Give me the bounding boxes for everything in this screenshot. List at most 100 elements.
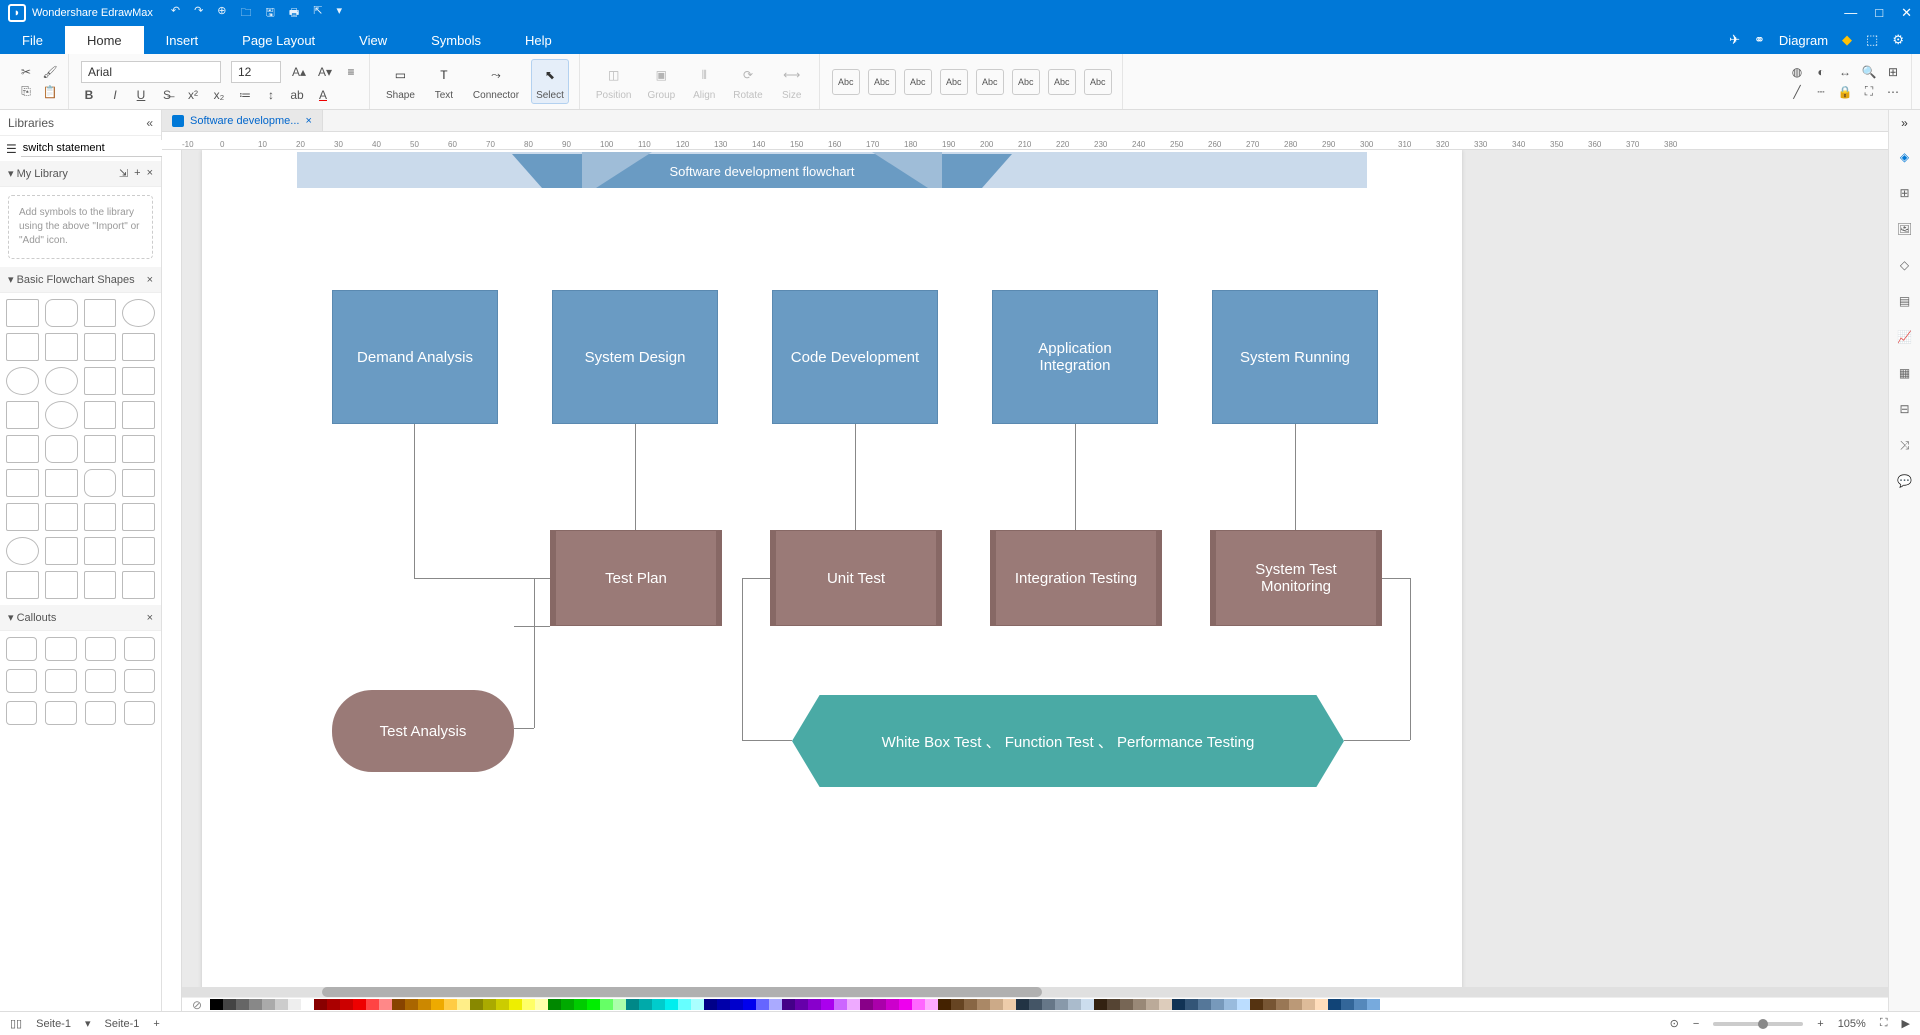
color-swatch[interactable] [990,999,1003,1010]
color-swatch[interactable] [379,999,392,1010]
color-swatch[interactable] [691,999,704,1010]
color-swatch[interactable] [1120,999,1133,1010]
filter-icon[interactable]: ☰ [6,142,17,156]
color-swatch[interactable] [1029,999,1042,1010]
fit-screen-icon[interactable]: ⛶ [1880,1017,1888,1030]
box-system-design[interactable]: System Design [552,290,718,424]
shape-item[interactable] [84,367,117,395]
align-tool[interactable]: ⫴Align [687,60,721,103]
color-swatch[interactable] [808,999,821,1010]
color-swatch[interactable] [1315,999,1328,1010]
page-props-icon[interactable]: ▤ [1896,292,1914,310]
color-swatch[interactable] [1289,999,1302,1010]
shape-tool[interactable]: ▭Shape [382,60,419,103]
select-tool[interactable]: ⬉Select [531,59,569,104]
close-basic-icon[interactable]: × [147,274,153,286]
color-swatch[interactable] [1263,999,1276,1010]
shape-item[interactable] [45,469,78,497]
fullscreen-icon[interactable]: ▶ [1902,1017,1910,1030]
color-swatch[interactable] [756,999,769,1010]
style-5[interactable]: Abc [976,69,1004,95]
color-swatch[interactable] [1003,999,1016,1010]
share-icon[interactable]: ⚭ [1754,32,1765,48]
color-swatch[interactable] [340,999,353,1010]
color-swatch[interactable] [678,999,691,1010]
subscript-icon[interactable]: x₂ [211,87,227,103]
open-icon[interactable]: 🗀 [241,4,252,23]
shape-item[interactable] [45,299,78,327]
shape-item[interactable] [122,333,155,361]
dash-icon[interactable]: ┄ [1813,84,1829,100]
color-swatch[interactable] [626,999,639,1010]
recenter-icon[interactable]: ⊙ [1670,1017,1679,1030]
size-tool[interactable]: ⟷Size [775,60,809,103]
style-7[interactable]: Abc [1048,69,1076,95]
tab-insert[interactable]: Insert [144,26,221,54]
color-swatch[interactable] [613,999,626,1010]
callout-item[interactable] [6,669,37,693]
shape-item[interactable] [84,469,117,497]
increase-font-icon[interactable]: A▴ [291,64,307,80]
decrease-font-icon[interactable]: A▾ [317,64,333,80]
color-swatch[interactable] [795,999,808,1010]
callout-item[interactable] [45,637,76,661]
copy-icon[interactable]: ⎘ [18,84,34,100]
color-swatch[interactable] [1211,999,1224,1010]
color-swatch[interactable] [1328,999,1341,1010]
lineheight-icon[interactable]: ↕ [263,87,279,103]
color-swatch[interactable] [548,999,561,1010]
no-fill-icon[interactable]: ⊘ [192,998,202,1012]
color-swatch[interactable] [327,999,340,1010]
color-swatch[interactable] [1055,999,1068,1010]
shape-item[interactable] [122,435,155,463]
line-icon[interactable]: ╱ [1789,84,1805,100]
color-swatch[interactable] [223,999,236,1010]
send-icon[interactable]: ✈ [1729,32,1740,48]
box-unit-test[interactable]: Unit Test [770,530,942,626]
basic-shapes-title[interactable]: Basic Flowchart Shapes [17,274,135,286]
new-icon[interactable]: ⊕ [217,4,226,23]
shape-props-icon[interactable]: ◇ [1896,256,1914,274]
color-swatch[interactable] [210,999,223,1010]
color-swatch[interactable] [938,999,951,1010]
color-swatch[interactable] [301,999,314,1010]
color-swatch[interactable] [496,999,509,1010]
search-input[interactable] [21,140,167,157]
color-swatch[interactable] [821,999,834,1010]
callout-item[interactable] [85,637,116,661]
style-8[interactable]: Abc [1084,69,1112,95]
zoom-in-icon[interactable]: + [1817,1018,1823,1030]
color-swatch[interactable] [1068,999,1081,1010]
shape-item[interactable] [6,367,39,395]
color-swatch[interactable] [392,999,405,1010]
color-swatch[interactable] [600,999,613,1010]
tree-icon[interactable]: ⊟ [1896,400,1914,418]
zoom-out-icon[interactable]: − [1693,1018,1699,1030]
maximize-icon[interactable]: □ [1875,5,1883,21]
color-swatch[interactable] [782,999,795,1010]
bold-icon[interactable]: B [81,87,97,103]
shape-item[interactable] [6,469,39,497]
color-swatch[interactable] [1185,999,1198,1010]
print-icon[interactable]: 🖶 [289,4,299,23]
color-swatch[interactable] [522,999,535,1010]
canvas[interactable]: Software development flowchart Demand An… [162,150,1888,1011]
more-icon[interactable]: ▾ [337,4,343,23]
shape-item[interactable] [122,469,155,497]
shape-item[interactable] [6,537,39,565]
color-swatch[interactable] [561,999,574,1010]
color-swatch[interactable] [1159,999,1172,1010]
strike-icon[interactable]: S̶ [159,87,175,103]
box-system-test-monitoring[interactable]: System Test Monitoring [1210,530,1382,626]
color-swatch[interactable] [899,999,912,1010]
shape-item[interactable] [45,537,78,565]
color-swatch[interactable] [509,999,522,1010]
collapse-left-icon[interactable]: « [146,116,153,130]
collapse-right-icon[interactable]: » [1901,116,1908,130]
color-swatch[interactable] [964,999,977,1010]
callout-item[interactable] [45,669,76,693]
shape-item[interactable] [6,333,39,361]
shape-item[interactable] [45,333,78,361]
layout-icon[interactable]: ⊞ [1896,184,1914,202]
box-integration-testing[interactable]: Integration Testing [990,530,1162,626]
